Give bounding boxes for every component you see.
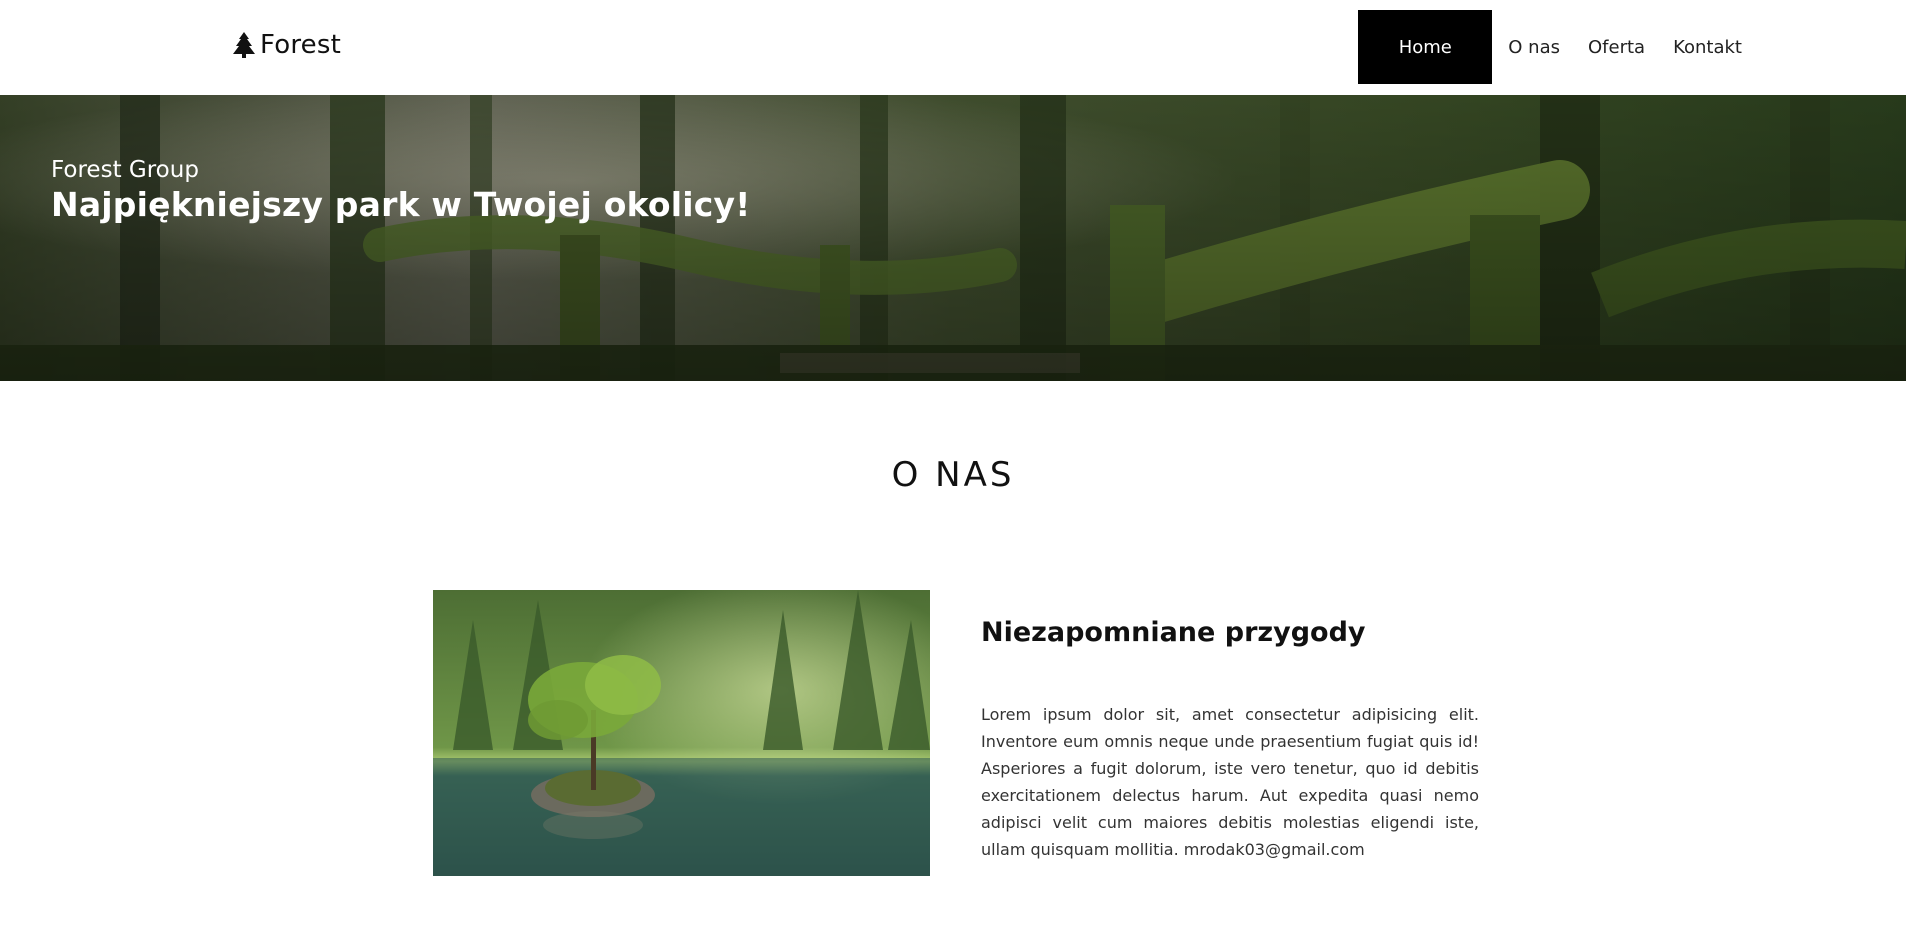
hero-title: Najpiękniejszy park w Twojej okolicy! — [51, 185, 751, 224]
nav-item-oferta[interactable]: Oferta — [1574, 10, 1659, 84]
hero-subtitle: Forest Group — [51, 157, 199, 183]
nav-item-o-nas[interactable]: O nas — [1494, 10, 1574, 84]
about-body-text: Lorem ipsum dolor sit, amet consectetur … — [981, 705, 1479, 859]
hero-banner: Forest Group Najpiękniejszy park w Twoje… — [0, 95, 1906, 381]
navbar: Forest Home O nas Oferta Kontakt — [0, 0, 1906, 95]
about-image-tree-island — [433, 590, 930, 876]
hero-text: Forest Group Najpiękniejszy park w Twoje… — [51, 157, 750, 224]
main-nav: Home O nas Oferta Kontakt — [1358, 10, 1756, 84]
brand-logo-link[interactable]: Forest — [232, 30, 341, 60]
hero-forest-background — [0, 95, 1906, 381]
about-heading: Niezapomniane przygody — [981, 617, 1366, 648]
brand-name: Forest — [260, 30, 341, 60]
nav-item-kontakt[interactable]: Kontakt — [1659, 10, 1756, 84]
nav-item-home[interactable]: Home — [1358, 10, 1493, 84]
section-title-about: O NAS — [891, 455, 1015, 495]
tree-icon — [232, 31, 256, 59]
